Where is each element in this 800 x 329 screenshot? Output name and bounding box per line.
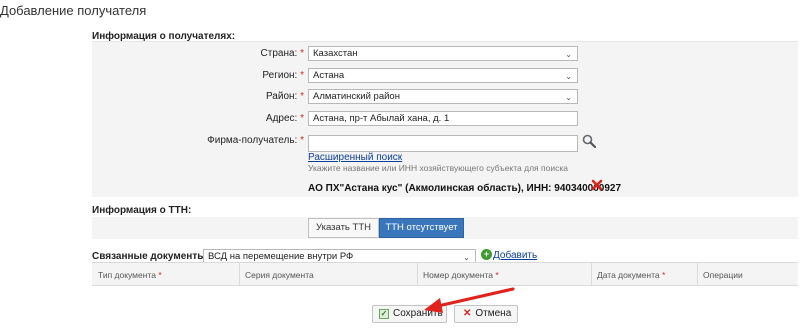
- chevron-down-icon: ⌄: [565, 93, 572, 102]
- column-header-doc-series: Серия документа: [245, 270, 314, 280]
- add-document-link[interactable]: Добавить: [493, 250, 537, 261]
- related-docs-label: Связанные документы:: [92, 251, 210, 262]
- red-arrow-annotation: [424, 287, 515, 313]
- column-divider: [591, 263, 592, 285]
- firm-search-input[interactable]: [308, 135, 578, 152]
- green-plus-icon[interactable]: +: [481, 249, 492, 260]
- tab-specify-ttn[interactable]: Указать ТТН: [308, 218, 379, 238]
- page-title: Добавление получателя: [0, 3, 147, 18]
- column-header-doc-date: Дата документа *: [597, 270, 666, 280]
- district-select[interactable]: Алматинский район ⌄: [308, 89, 578, 104]
- district-label: Район: *: [265, 91, 304, 102]
- region-select[interactable]: Астана ⌄: [308, 68, 578, 83]
- chevron-down-icon: ⌄: [565, 72, 572, 81]
- firm-label: Фирма-получатель: *: [207, 135, 304, 146]
- column-divider: [239, 263, 240, 285]
- column-divider: [697, 263, 698, 285]
- remove-firm-icon[interactable]: [591, 179, 603, 191]
- country-select[interactable]: Казахстан ⌄: [308, 46, 578, 61]
- firm-search-hint: Укажите название или ИНН хозяйствующего …: [308, 163, 568, 173]
- ttn-section-title: Информация о ТТН:: [92, 205, 192, 216]
- address-input[interactable]: Астана, пр-т Абылай хана, д. 1: [308, 111, 578, 126]
- column-header-doc-type: Тип документа *: [98, 270, 162, 280]
- selected-firm: АО ПХ"Астана кус" (Акмолинская область),…: [308, 183, 622, 194]
- column-header-doc-number: Номер документа *: [423, 270, 499, 280]
- magnifier-icon[interactable]: [582, 134, 596, 148]
- address-label: Адрес: *: [265, 113, 304, 124]
- advanced-search-link[interactable]: Расширенный поиск: [308, 152, 402, 163]
- column-divider: [417, 263, 418, 285]
- chevron-down-icon: ⌄: [565, 50, 572, 59]
- column-header-operations: Операции: [703, 270, 743, 280]
- region-label: Регион: *: [262, 70, 304, 81]
- country-label: Страна: *: [260, 48, 304, 59]
- tab-no-ttn[interactable]: ТТН отсутствует: [379, 218, 464, 238]
